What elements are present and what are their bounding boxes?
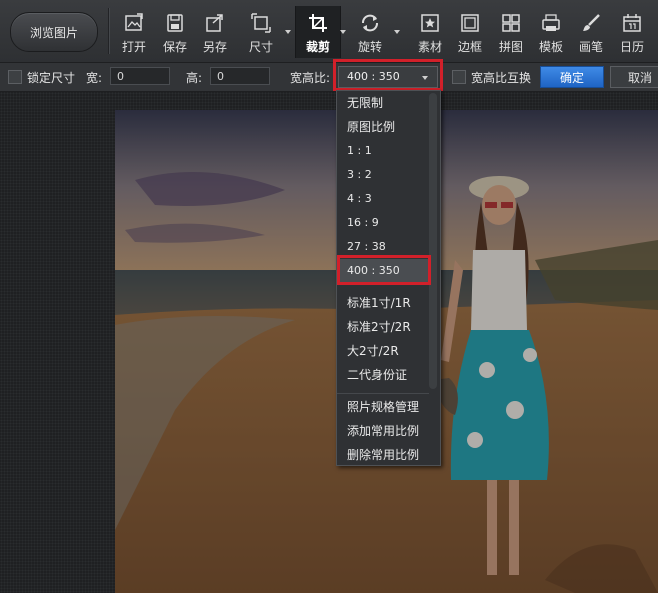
material-button[interactable]: 素材 xyxy=(408,6,452,58)
aspect-ratio-label: 宽高比: xyxy=(290,70,331,85)
brush-label: 画笔 xyxy=(578,40,603,54)
swap-ratio-checkbox[interactable]: 宽高比互换 xyxy=(452,63,531,91)
height-label: 高: xyxy=(186,70,203,85)
checkbox-box[interactable] xyxy=(8,70,22,84)
collage-button[interactable]: 拼图 xyxy=(489,6,533,58)
template-icon xyxy=(542,14,560,31)
resize-button[interactable]: 尺寸 xyxy=(239,6,283,58)
ratio-option-standard-1-inch[interactable]: 标准1寸/1R xyxy=(337,291,429,315)
calendar-label: 日历 xyxy=(619,40,644,54)
save-label: 保存 xyxy=(162,40,187,54)
resize-icon xyxy=(251,13,271,33)
ratio-option-16-9[interactable]: 16 : 9 xyxy=(337,211,429,235)
rotate-label: 旋转 xyxy=(357,40,382,54)
save-button[interactable]: 保存 xyxy=(153,6,197,58)
open-image-icon xyxy=(125,13,143,31)
crop-label: 裁剪 xyxy=(305,40,330,54)
swap-ratio-label: 宽高比互换 xyxy=(471,70,532,85)
save-as-icon xyxy=(206,14,223,32)
confirm-button[interactable]: 确定 xyxy=(540,66,604,88)
ratio-option-id-card[interactable]: 二代身份证 xyxy=(337,363,429,387)
chevron-down-icon[interactable] xyxy=(284,28,292,36)
delete-ratio-action[interactable]: 删除常用比例 xyxy=(337,443,429,467)
material-icon xyxy=(421,14,439,32)
lock-size-label: 锁定尺寸 xyxy=(27,70,76,85)
open-label: 打开 xyxy=(121,40,146,54)
save-as-button[interactable]: 另存 xyxy=(193,6,237,58)
save-icon xyxy=(167,14,183,32)
ratio-option-3-2[interactable]: 3 : 2 xyxy=(337,163,429,187)
cancel-button[interactable]: 取消 xyxy=(610,66,658,88)
collage-label: 拼图 xyxy=(498,40,523,54)
frame-button[interactable]: 边框 xyxy=(448,6,492,58)
ratio-option-large-2-inch[interactable]: 大2寸/2R xyxy=(337,339,429,363)
brush-button[interactable]: 画笔 xyxy=(569,6,613,58)
calendar-button[interactable]: 日历 xyxy=(610,6,654,58)
dropdown-scrollbar[interactable] xyxy=(429,93,437,389)
browse-images-button[interactable]: 浏览图片 xyxy=(10,12,98,52)
add-ratio-action[interactable]: 添加常用比例 xyxy=(337,419,429,443)
height-input[interactable]: 0 xyxy=(210,67,270,85)
width-input[interactable]: 0 xyxy=(110,67,170,85)
chevron-down-icon[interactable] xyxy=(339,28,347,36)
material-label: 素材 xyxy=(417,40,442,54)
checkbox-box[interactable] xyxy=(452,70,466,84)
resize-label: 尺寸 xyxy=(248,40,273,54)
save-as-label: 另存 xyxy=(202,40,227,54)
lock-size-checkbox[interactable]: 锁定尺寸 xyxy=(8,63,75,91)
template-button[interactable]: 模板 xyxy=(529,6,573,58)
rotate-icon xyxy=(362,14,378,32)
ratio-option-4-3[interactable]: 4 : 3 xyxy=(337,187,429,211)
toolbar-divider xyxy=(108,8,110,54)
chevron-down-icon[interactable] xyxy=(393,28,401,36)
frame-icon xyxy=(461,14,479,32)
template-label: 模板 xyxy=(538,40,563,54)
ratio-option-original[interactable]: 原图比例 xyxy=(337,115,429,139)
dropdown-divider xyxy=(337,393,429,394)
width-label: 宽: xyxy=(86,70,103,85)
highlight-frame xyxy=(337,255,431,285)
ratio-option-1-1[interactable]: 1 : 1 xyxy=(337,139,429,163)
ratio-option-standard-2-inch[interactable]: 标准2寸/2R xyxy=(337,315,429,339)
rotate-button[interactable]: 旋转 xyxy=(348,6,392,58)
manage-specs-action[interactable]: 照片规格管理 xyxy=(337,395,429,419)
frame-label: 边框 xyxy=(457,40,482,54)
calendar-icon xyxy=(623,14,641,32)
crop-button[interactable]: 裁剪 xyxy=(295,6,341,58)
main-toolbar: 浏览图片 打开 保存 另存 尺寸 裁剪 旋转 素材 边框 拼图 模板 画笔 日历 xyxy=(0,0,658,63)
crop-options-bar: 锁定尺寸 宽: 0 高: 0 宽高比: 400 : 350 宽高比互换 确定 取… xyxy=(0,63,658,92)
highlight-frame xyxy=(333,59,443,91)
open-button[interactable]: 打开 xyxy=(112,6,156,58)
crop-icon xyxy=(309,14,327,32)
ratio-option-unlimited[interactable]: 无限制 xyxy=(337,91,429,115)
brush-icon xyxy=(583,14,600,31)
collage-icon xyxy=(502,14,520,32)
